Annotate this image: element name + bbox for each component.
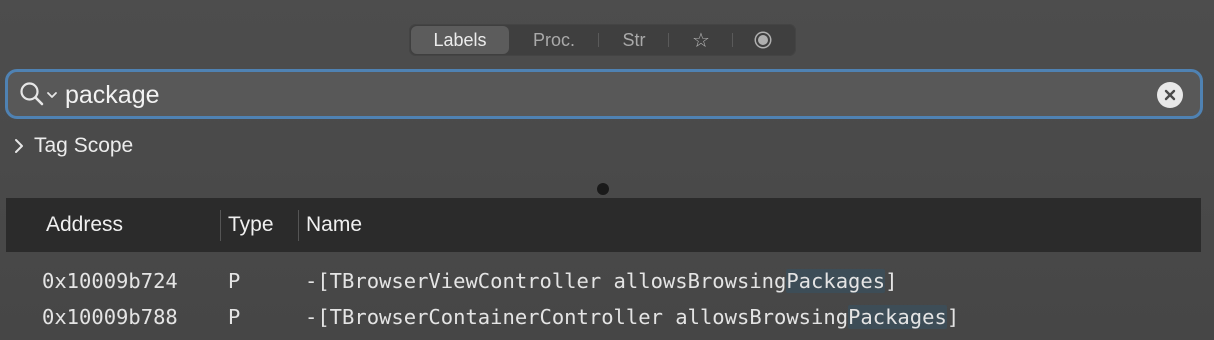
- app-window: Labels Proc. Str ☆ package Tag Scope Add…: [0, 0, 1214, 340]
- column-divider[interactable]: [220, 210, 221, 241]
- tab-procedures[interactable]: Proc.: [509, 26, 599, 54]
- search-match-highlight: Packages: [786, 269, 886, 293]
- type-cell: P: [228, 305, 241, 329]
- split-view-handle[interactable]: [597, 183, 609, 195]
- tab-procedures-label: Proc.: [532, 29, 575, 50]
- table-row[interactable]: 0x10009b788 P -[TBrowserContainerControl…: [0, 301, 1214, 337]
- tab-labels[interactable]: Labels: [411, 26, 509, 54]
- address-cell: 0x10009b788: [42, 305, 178, 329]
- search-input[interactable]: package: [65, 80, 160, 110]
- tab-bookmarks[interactable]: ☆: [669, 26, 733, 54]
- name-text: ]: [885, 269, 898, 293]
- name-text: ]: [946, 305, 960, 329]
- table-header: Address Type Name: [6, 198, 1201, 252]
- search-match-highlight: Packages: [848, 305, 947, 329]
- tab-strings-label: Str: [622, 29, 646, 50]
- column-divider[interactable]: [298, 210, 299, 241]
- star-icon: ☆: [692, 29, 710, 52]
- tab-strings[interactable]: Str: [599, 26, 669, 54]
- address-cell: 0x10009b724: [42, 269, 178, 293]
- search-field[interactable]: package: [5, 69, 1203, 119]
- name-cell: -[TBrowserContainerController allowsBrow…: [305, 305, 959, 329]
- results-table: 0x10009b724 P -[TBrowserViewController a…: [0, 265, 1214, 337]
- name-text: -[TBrowserContainerController allowsBrow…: [305, 305, 849, 329]
- clear-search-button[interactable]: [1157, 82, 1183, 108]
- tag-scope-label: Tag Scope: [34, 134, 134, 157]
- search-icon[interactable]: [19, 81, 45, 107]
- table-row[interactable]: 0x10009b724 P -[TBrowserViewController a…: [0, 265, 1214, 301]
- column-header-address[interactable]: Address: [46, 198, 123, 252]
- name-cell: -[TBrowserViewController allowsBrowsingP…: [305, 269, 897, 293]
- close-icon: [1164, 89, 1176, 101]
- tag-scope-disclosure[interactable]: Tag Scope: [12, 133, 133, 159]
- column-header-type[interactable]: Type: [228, 198, 274, 252]
- column-header-name[interactable]: Name: [306, 198, 362, 252]
- type-cell: P: [228, 269, 241, 293]
- name-text: -[TBrowserViewController allowsBrowsing: [305, 269, 787, 293]
- mode-segmented-control: Labels Proc. Str ☆: [409, 24, 796, 56]
- tab-labels-label: Labels: [433, 29, 487, 50]
- dot-circle-icon: [756, 33, 770, 47]
- chevron-right-icon[interactable]: [12, 137, 26, 155]
- tab-markers[interactable]: [733, 26, 793, 54]
- chevron-down-icon[interactable]: [46, 90, 58, 100]
